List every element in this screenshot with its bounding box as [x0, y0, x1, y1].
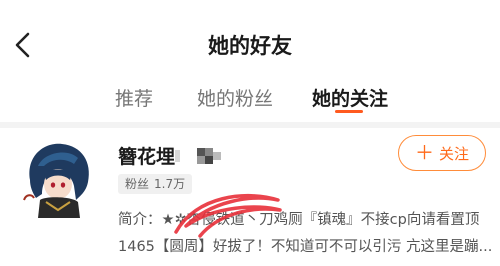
follow-label: 关注: [439, 144, 470, 163]
active-tab-indicator: [335, 110, 363, 113]
tab-her-fans[interactable]: 她的粉丝: [197, 84, 273, 111]
plus-icon: ＋: [414, 141, 434, 164]
bio-line-2: 1465【圆周】好拔了！不知道可不可以引污 亢这里是蹦...: [118, 239, 493, 255]
fans-count-badge: 粉丝 1.7万: [118, 174, 193, 194]
tab-recommended[interactable]: 推荐: [115, 84, 153, 111]
username[interactable]: 簪花埋: [118, 142, 175, 169]
bio-line-1: 简介：★✲杏侵铁道丶刀鸡厕『镇魂』不接cp向请看置顶: [118, 212, 480, 228]
fans-count: 1.7万: [154, 177, 186, 191]
follow-button[interactable]: ＋ 关注: [398, 135, 486, 171]
page-title: 她的好友: [208, 34, 292, 58]
tab-her-following[interactable]: 她的关注: [312, 84, 388, 111]
user-list-item[interactable]: 簪花埋 ＋ 关注 粉丝 1.7万 简介：★✲杏侵铁道丶刀鸡厕『镇魂』不接cp向请看…: [0, 128, 500, 266]
censor-mosaic: [175, 148, 221, 164]
header: 她的好友: [0, 0, 500, 76]
tab-bar: 推荐 她的粉丝 她的关注: [0, 76, 500, 122]
fans-label: 粉丝: [125, 177, 150, 191]
avatar[interactable]: [16, 136, 100, 220]
